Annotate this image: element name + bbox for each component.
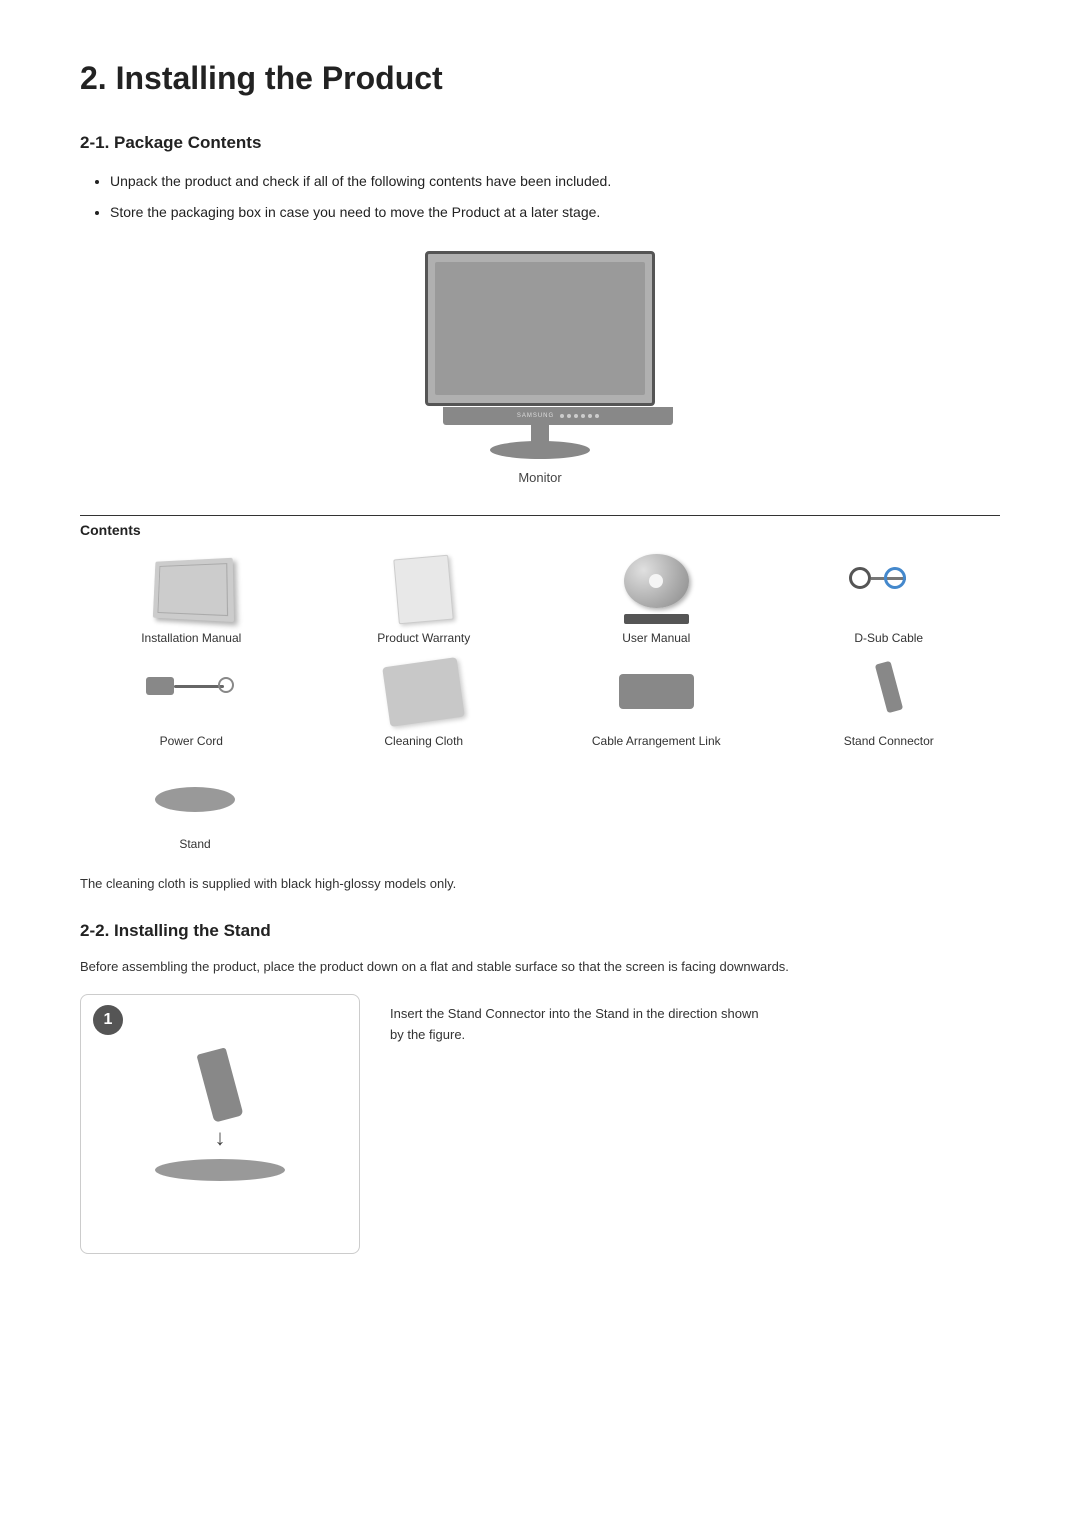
contents-grid-row1: Installation Manual Product Warranty Use… xyxy=(80,554,1000,647)
stand-shape xyxy=(155,787,235,812)
cleaning-cloth-icon xyxy=(374,657,474,727)
install-figure: 1 ↓ xyxy=(80,994,360,1254)
bullet-1: Unpack the product and check if all of t… xyxy=(110,171,1000,192)
contents-section: Contents Installation Manual Product War… xyxy=(80,515,1000,852)
item-stand: Stand xyxy=(80,760,310,853)
cable-arrangement-icon xyxy=(606,657,706,727)
dsub-circle1 xyxy=(849,567,871,589)
cd-tray xyxy=(624,614,689,624)
cleaning-cloth-label: Cleaning Cloth xyxy=(384,733,463,750)
monitor-dot xyxy=(588,414,592,418)
power-cord-icon xyxy=(141,657,241,727)
monitor-section: SAMSUNG Monitor xyxy=(80,251,1000,485)
installation-manual-icon xyxy=(141,554,241,624)
warranty-shape xyxy=(394,554,454,624)
product-warranty-label: Product Warranty xyxy=(377,630,470,647)
monitor-dots xyxy=(560,414,599,418)
user-manual-label: User Manual xyxy=(622,630,690,647)
stand-connector-label: Stand Connector xyxy=(844,733,934,750)
powercord-wire xyxy=(174,685,224,688)
product-warranty-icon xyxy=(374,554,474,624)
monitor-dot xyxy=(574,414,578,418)
cleaning-cloth-note: The cleaning cloth is supplied with blac… xyxy=(80,876,1000,891)
monitor-dot xyxy=(595,414,599,418)
section-21-heading: 2-1. Package Contents xyxy=(80,133,1000,153)
section-22: 2-2. Installing the Stand Before assembl… xyxy=(80,921,1000,1254)
cable-link-shape xyxy=(619,674,694,709)
monitor-label: Monitor xyxy=(518,470,561,485)
user-manual-icon xyxy=(606,554,706,624)
stand-connector-icon xyxy=(839,657,939,727)
contents-grid-row3: Stand xyxy=(80,760,1000,853)
monitor-dot xyxy=(567,414,571,418)
cable-arrangement-label: Cable Arrangement Link xyxy=(592,733,721,750)
monitor-bezel: SAMSUNG xyxy=(443,407,673,425)
arrow-down-icon: ↓ xyxy=(215,1125,226,1151)
item-user-manual: User Manual xyxy=(545,554,768,647)
contents-header: Contents xyxy=(80,515,1000,538)
install-content: 1 ↓ Insert the Stand Connector into the … xyxy=(80,994,1000,1254)
monitor-base xyxy=(490,441,590,459)
stand-label: Stand xyxy=(179,836,210,853)
powercord-plug xyxy=(146,677,174,695)
stand-connector-body xyxy=(875,661,903,713)
cd-shape xyxy=(624,554,689,608)
item-stand-connector: Stand Connector xyxy=(778,657,1001,750)
monitor-dot xyxy=(560,414,564,418)
monitor-screen: SAMSUNG xyxy=(425,251,655,406)
monitor-screen-inner xyxy=(435,262,645,395)
dsub-cable-icon xyxy=(839,554,939,624)
powercord-tag xyxy=(218,677,234,693)
monitor-dot xyxy=(581,414,585,418)
stand-icon xyxy=(145,760,245,830)
item-product-warranty: Product Warranty xyxy=(313,554,536,647)
monitor-image: SAMSUNG xyxy=(410,251,670,446)
contents-grid-row2: Power Cord Cleaning Cloth Cable Arrangem… xyxy=(80,657,1000,750)
install-intro: Before assembling the product, place the… xyxy=(80,959,1000,974)
item-power-cord: Power Cord xyxy=(80,657,303,750)
install-description: Insert the Stand Connector into the Stan… xyxy=(390,994,770,1046)
item-cleaning-cloth: Cleaning Cloth xyxy=(313,657,536,750)
bullet-2: Store the packaging box in case you need… xyxy=(110,202,1000,223)
stand-base-illustration xyxy=(155,1159,285,1181)
item-cable-arrangement: Cable Arrangement Link xyxy=(545,657,768,750)
bullet-list: Unpack the product and check if all of t… xyxy=(110,171,1000,223)
section-22-heading: 2-2. Installing the Stand xyxy=(80,921,1000,941)
manual-shape xyxy=(153,558,234,622)
installation-manual-label: Installation Manual xyxy=(141,630,241,647)
dsub-circle2 xyxy=(884,567,906,589)
figure-content: ↓ xyxy=(96,1010,344,1181)
stand-connector-illustration xyxy=(196,1048,243,1123)
item-dsub-cable: D-Sub Cable xyxy=(778,554,1001,647)
cloth-shape xyxy=(382,657,465,727)
dsub-shape xyxy=(849,562,929,617)
dsub-cable-label: D-Sub Cable xyxy=(854,630,923,647)
item-installation-manual: Installation Manual xyxy=(80,554,303,647)
page-title: 2. Installing the Product xyxy=(80,60,1000,97)
powercord-shape xyxy=(146,667,236,717)
power-cord-label: Power Cord xyxy=(160,733,223,750)
stand-connector-shape xyxy=(874,662,904,722)
